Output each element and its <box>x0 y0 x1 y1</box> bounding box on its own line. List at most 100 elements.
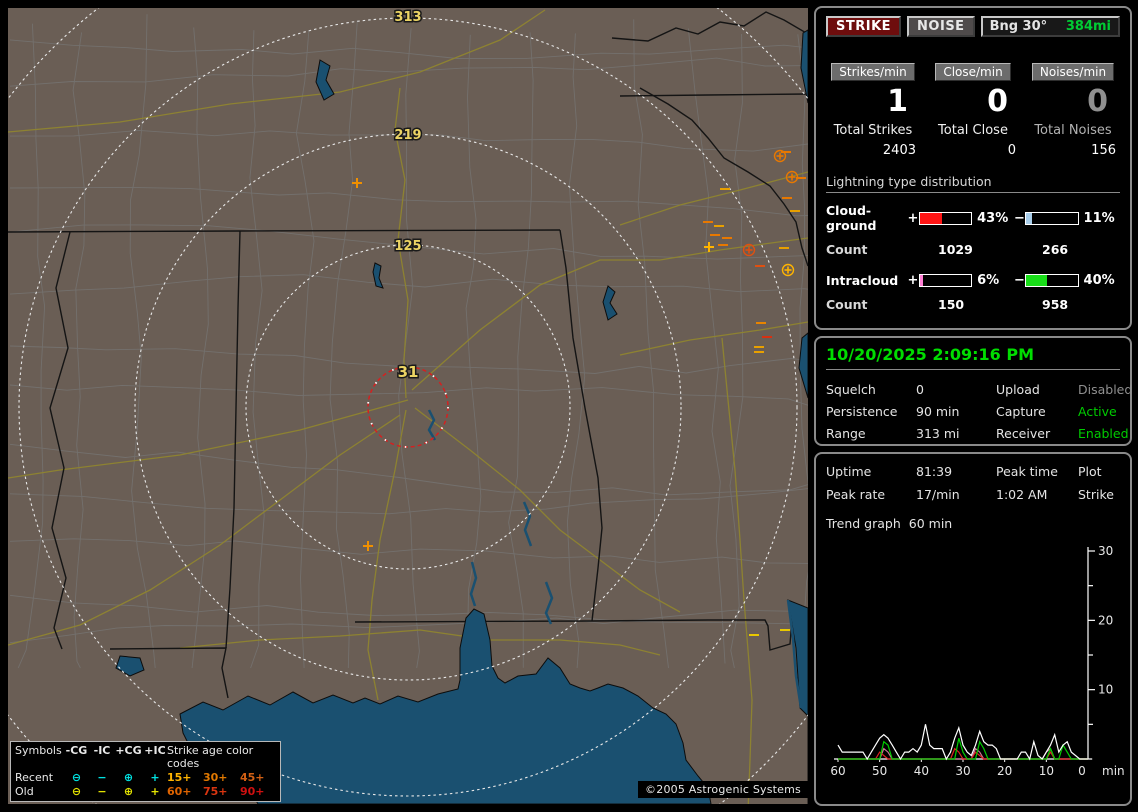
strike-minus-icon <box>796 177 806 179</box>
plus-icon: + <box>143 785 167 798</box>
noise-toggle-button[interactable]: NOISE <box>907 16 975 37</box>
peak-rate-value: 17/min <box>916 487 996 502</box>
ring-label-31: 31 <box>398 363 419 381</box>
total-strikes-value: 2403 <box>826 143 920 158</box>
plot-mode-value: Strike <box>1078 487 1120 502</box>
close-per-min-header: Close/min <box>935 63 1010 81</box>
strike-minus-icon <box>781 151 791 153</box>
legend-row-recent-label: Recent <box>15 771 63 784</box>
peak-time-label: Peak time <box>996 464 1078 479</box>
persistence-value: 90 min <box>916 404 996 419</box>
squelch-label: Squelch <box>826 382 916 397</box>
plus-sign: + <box>907 211 919 226</box>
svg-text:0: 0 <box>1078 764 1086 778</box>
datetime-display: 10/20/2025 2:09:16 PM <box>826 345 1120 370</box>
upload-label: Upload <box>996 382 1078 397</box>
close-per-min-value: 0 <box>926 85 1020 119</box>
range-value: 313 mi <box>916 426 996 441</box>
svg-text:50: 50 <box>872 764 887 778</box>
ring-label-219: 219 <box>394 128 421 143</box>
strike-minus-icon <box>710 234 720 236</box>
total-close-value: 0 <box>926 143 1020 158</box>
circled-plus-icon: ⊕ <box>114 771 143 784</box>
persistence-label: Persistence <box>826 404 916 419</box>
trend-graph-label: Trend graph <box>826 516 901 531</box>
legend-header-symbols: Symbols <box>15 744 63 770</box>
minus-icon: − <box>90 771 114 784</box>
circled-minus-icon: ⊖ <box>63 771 90 784</box>
bearing-value: Bng 30° <box>990 19 1048 34</box>
total-strikes-label: Total Strikes <box>826 123 920 138</box>
svg-text:10: 10 <box>1039 764 1054 778</box>
capture-label: Capture <box>996 404 1078 419</box>
upload-status: Disabled <box>1078 382 1132 397</box>
circled-plus-icon: ⊕ <box>114 785 143 798</box>
svg-text:30: 30 <box>955 764 970 778</box>
age-code-15: 15+ <box>167 771 203 784</box>
ring-label-125: 125 <box>394 239 421 254</box>
svg-text:40: 40 <box>914 764 929 778</box>
legend-age-header: Strike age color codes <box>167 744 276 770</box>
minus-sign: − <box>1014 211 1026 226</box>
copyright-label: ©2005 Astrogenic Systems <box>638 781 808 798</box>
svg-text:min: min <box>1102 764 1125 778</box>
cg-count-label: Count <box>826 242 938 257</box>
range-label: Range <box>826 426 916 441</box>
total-close-label: Total Close <box>926 123 1020 138</box>
total-noises-label: Total Noises <box>1026 123 1120 138</box>
strike-minus-icon <box>756 322 766 324</box>
age-code-30: 30+ <box>203 771 240 784</box>
strike-minus-icon <box>790 210 800 212</box>
noises-per-min-value: 0 <box>1026 85 1120 119</box>
strike-toggle-button[interactable]: STRIKE <box>826 16 901 37</box>
strike-minus-icon <box>780 629 790 631</box>
cg-negative-count: 266 <box>1042 242 1068 257</box>
total-noises-value: 156 <box>1026 143 1120 158</box>
trend-window-value: 60 min <box>909 516 952 531</box>
ic-negative-pct: 40% <box>1084 273 1120 288</box>
cg-negative-bar <box>1025 212 1078 225</box>
capture-status: Active <box>1078 404 1132 419</box>
age-code-45: 45+ <box>240 771 276 784</box>
legend-row-old-label: Old <box>15 785 63 798</box>
series-total-rate <box>838 724 1092 759</box>
strike-minus-icon <box>718 244 728 246</box>
plus-icon: + <box>143 771 167 784</box>
ring-label-313: 313 <box>394 10 421 25</box>
receiver-status: Enabled <box>1078 426 1132 441</box>
peak-rate-label: Peak rate <box>826 487 916 502</box>
counters-panel: STRIKE NOISE Bng 30° 384mi Strikes/min C… <box>814 6 1132 330</box>
cg-positive-count: 1029 <box>938 242 1042 257</box>
age-code-60: 60+ <box>167 785 203 798</box>
svg-text:20: 20 <box>997 764 1012 778</box>
cursor-range-value: 384mi <box>1066 19 1111 34</box>
svg-text:30: 30 <box>1098 544 1113 558</box>
ic-positive-pct: 6% <box>977 273 1013 288</box>
plot-mode-label: Plot <box>1078 464 1120 479</box>
strikes-per-min-header: Strikes/min <box>831 63 914 81</box>
ic-negative-count: 958 <box>1042 297 1068 312</box>
receiver-label: Receiver <box>996 426 1078 441</box>
minus-sign: − <box>1014 273 1026 288</box>
status-panel: 10/20/2025 2:09:16 PM Squelch 0 Upload D… <box>814 336 1132 446</box>
trend-graph-chart: 10 20 30 60 50 40 30 20 10 0 min <box>826 535 1126 793</box>
squelch-value: 0 <box>916 382 996 397</box>
cloud-ground-label: Cloud-ground <box>826 203 907 233</box>
strike-minus-icon <box>779 247 789 249</box>
strike-minus-icon <box>714 225 724 227</box>
strike-map[interactable]: 31321912531 Symbols -CG -IC +CG +IC Stri… <box>8 8 808 804</box>
peak-time-value: 1:02 AM <box>996 487 1078 502</box>
strike-minus-icon <box>720 188 730 190</box>
strike-minus-icon <box>703 221 713 223</box>
app-window: 31321912531 Symbols -CG -IC +CG +IC Stri… <box>0 0 1138 812</box>
map-canvas: 313 219 125 31 <box>8 8 808 804</box>
svg-text:60: 60 <box>830 764 845 778</box>
svg-text:20: 20 <box>1098 613 1113 627</box>
uptime-label: Uptime <box>826 464 916 479</box>
cg-positive-pct: 43% <box>977 211 1013 226</box>
uptime-value: 81:39 <box>916 464 996 479</box>
svg-text:10: 10 <box>1098 683 1113 697</box>
ic-count-label: Count <box>826 297 938 312</box>
ic-negative-bar <box>1025 274 1078 287</box>
legend-header-neg-ic: -IC <box>90 744 114 770</box>
